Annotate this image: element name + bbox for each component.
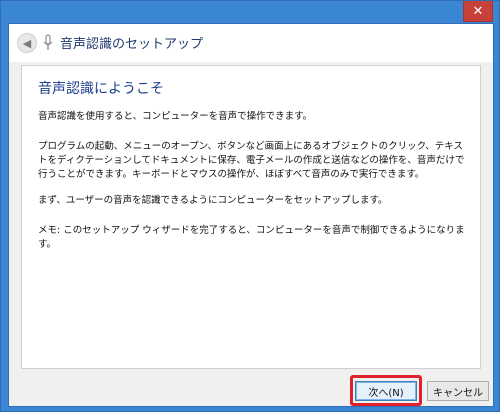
close-icon: ✕ <box>472 3 484 19</box>
setup-paragraph: まず、ユーザーの音声を認識できるようにコンピューターをセットアップします。 <box>38 195 388 206</box>
client-area: ◀ 音声認識のセットアップ 音声認識にようこそ 音声認識を使用すると、コンピュー… <box>8 23 494 407</box>
back-button[interactable]: ◀ <box>17 33 37 53</box>
window-title: 音声認識のセットアップ <box>60 37 204 52</box>
content-panel: 音声認識にようこそ 音声認識を使用すると、コンピューターを音声で操作できます。 … <box>21 65 481 369</box>
welcome-heading: 音声認識にようこそ <box>38 81 164 97</box>
back-arrow-icon: ◀ <box>22 36 32 50</box>
button-bar: 次へ(N) キャンセル <box>9 369 493 406</box>
note-paragraph: メモ: このセットアップ ウィザードを完了すると、コンピューターを音声で制御でき… <box>38 225 465 250</box>
wizard-window: ✕ ◀ 音声認識のセットアップ 音声認識にようこそ 音声認識を使用すると、コンピ… <box>0 0 500 412</box>
features-paragraph: プログラムの起動、メニューのオープン、ボタンなど画面上にあるオブジェクトのクリッ… <box>38 141 465 180</box>
intro-paragraph: 音声認識を使用すると、コンピューターを音声で操作できます。 <box>38 111 313 122</box>
next-button[interactable]: 次へ(N) <box>355 381 417 401</box>
wizard-header: ◀ 音声認識のセットアップ <box>9 24 493 62</box>
cancel-button[interactable]: キャンセル <box>427 381 489 401</box>
microphone-icon <box>43 34 53 50</box>
close-button[interactable]: ✕ <box>463 1 493 22</box>
